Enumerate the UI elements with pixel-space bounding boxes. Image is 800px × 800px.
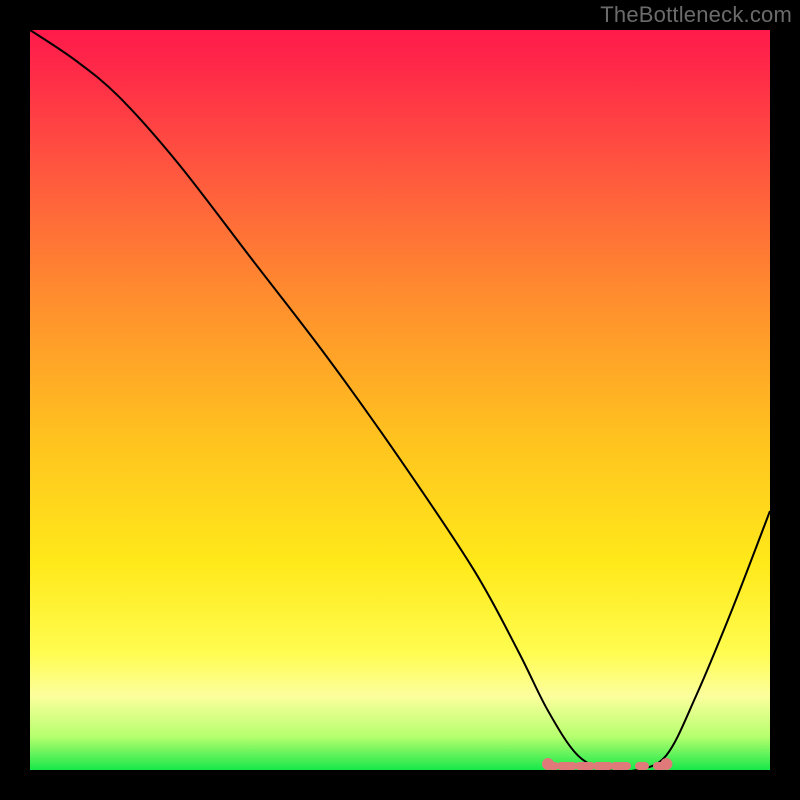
chart-frame: TheBottleneck.com [0, 0, 800, 800]
bottleneck-curve [30, 30, 770, 772]
watermark-text: TheBottleneck.com [600, 2, 792, 28]
optimal-range-highlight [542, 758, 672, 770]
curve-layer [30, 30, 770, 770]
plot-area [30, 30, 770, 770]
